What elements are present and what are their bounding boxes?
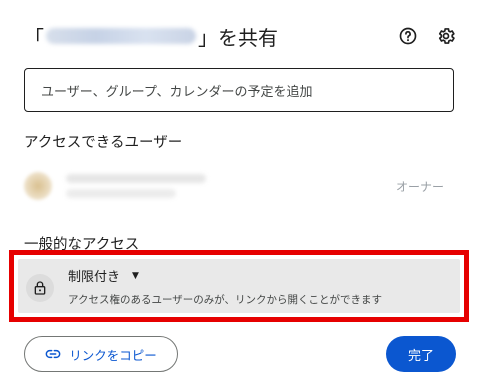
people-with-access-heading: アクセスできるユーザー [24,135,183,151]
link-icon [45,349,61,359]
add-people-input[interactable]: ユーザー、グループ、カレンダーの予定を追加 [24,68,454,112]
owner-role-label: オーナー [395,179,444,194]
done-button[interactable]: 完了 [386,336,456,372]
access-description: アクセス権のあるユーザーのみが、リンクから開くことができます [68,294,383,306]
copy-link-button[interactable]: リンクをコピー [24,336,178,372]
access-mode-dropdown[interactable]: 制限付き ▼ [68,266,139,285]
blurred-user-info [66,174,206,198]
done-label: 完了 [407,348,434,364]
avatar [24,172,52,200]
title-suffix: 」を共有 [198,25,278,50]
help-icon[interactable] [396,24,420,48]
dialog-title: 「 」を共有 [24,22,278,51]
add-people-placeholder: ユーザー、グループ、カレンダーの予定を追加 [41,84,313,100]
gear-icon[interactable] [434,24,458,48]
user-row: オーナー [24,166,454,206]
blurred-file-name [46,28,196,44]
caret-down-icon: ▼ [132,270,139,281]
title-prefix: 「 [24,25,44,50]
share-dialog: 「 」を共有 ユーザー、グループ、カレンダーの予定を追加 アクセスできるユーザー… [0,0,478,390]
access-mode-label: 制限付き [68,270,121,285]
general-access-highlight: 制限付き ▼ アクセス権のあるユーザーのみが、リンクから開くことができます [9,250,469,322]
lock-icon [26,274,54,302]
general-access-row: 制限付き ▼ アクセス権のあるユーザーのみが、リンクから開くことができます [18,259,460,313]
dialog-header: 「 」を共有 [24,20,458,52]
copy-link-label: リンクをコピー [69,347,157,363]
